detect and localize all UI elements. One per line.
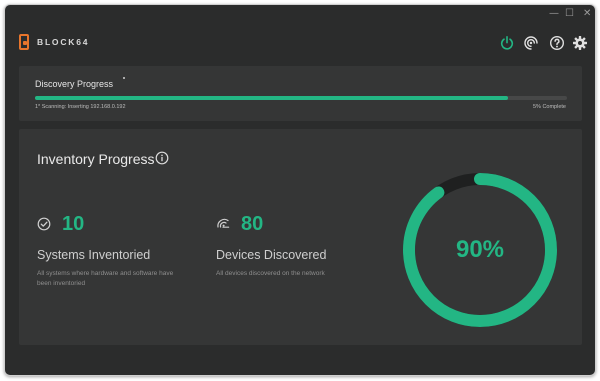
systems-inventoried-value: 10 <box>62 213 85 235</box>
title-bar: — ☐ ✕ BLOCK64 <box>5 5 595 61</box>
discovery-progress-bar <box>35 96 567 100</box>
app-window: — ☐ ✕ BLOCK64 Discovery Progress 1* Scan… <box>4 4 596 376</box>
power-icon[interactable] <box>499 35 515 51</box>
close-button[interactable]: ✕ <box>583 8 591 20</box>
progress-percent-text: 90% <box>455 236 505 263</box>
maximize-button[interactable]: ☐ <box>565 8 574 20</box>
inventory-progress-panel: Inventory Progress 10 Systems Inventorie… <box>19 129 582 345</box>
discovery-progress-fill <box>35 96 509 100</box>
systems-inventoried-description: All systems where hardware and software … <box>37 270 174 287</box>
brand: BLOCK64 <box>19 33 89 51</box>
systems-inventoried-stat: 10 Systems Inventoried All systems where… <box>37 213 207 293</box>
devices-discovered-stat: 80 Devices Discovered All devices discov… <box>216 213 386 293</box>
signal-icon[interactable] <box>523 35 539 51</box>
activity-dot <box>123 77 125 79</box>
minimize-button[interactable]: — <box>549 8 559 20</box>
check-circle-icon <box>37 217 51 231</box>
inventory-progress-title: Inventory Progress <box>37 151 155 167</box>
info-icon[interactable] <box>155 151 169 165</box>
discovery-progress-title: Discovery Progress <box>35 79 114 89</box>
brand-name: BLOCK64 <box>37 37 90 47</box>
devices-discovered-value: 80 <box>241 213 264 235</box>
brand-logo-icon <box>19 34 29 50</box>
percent-complete-text: 5% Complete <box>532 104 566 110</box>
systems-inventoried-label: Systems Inventoried <box>37 248 151 262</box>
discovery-progress-panel: Discovery Progress 1* Scanning: Insertin… <box>19 66 582 121</box>
inventory-progress-ring: 90% <box>401 171 559 329</box>
scan-status-text: 1* Scanning: Inserting 192.168.0.192 <box>35 104 126 110</box>
gear-icon[interactable] <box>572 35 588 51</box>
devices-discovered-description: All devices discovered on the network <box>216 270 325 277</box>
devices-discovered-label: Devices Discovered <box>216 248 327 262</box>
help-icon[interactable] <box>549 35 565 51</box>
radar-icon <box>216 217 230 231</box>
